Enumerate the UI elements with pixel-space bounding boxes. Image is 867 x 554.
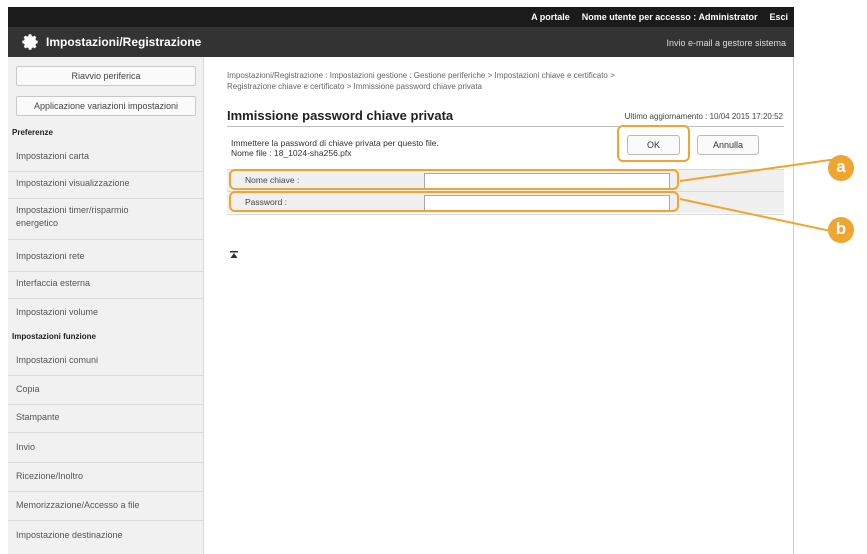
app-title: Impostazioni/Registrazione	[46, 35, 202, 49]
gear-icon	[22, 34, 38, 50]
ok-button-highlight	[617, 125, 690, 162]
sidebar-divider	[8, 462, 203, 463]
sidebar-item-receive-forward[interactable]: Ricezione/Inoltro	[16, 470, 198, 483]
apply-changes-button[interactable]: Applicazione variazioni impostazioni	[16, 96, 196, 116]
sidebar-item-external-interface[interactable]: Interfaccia esterna	[16, 277, 198, 290]
sidebar-item-printer[interactable]: Stampante	[16, 411, 198, 424]
cancel-button[interactable]: Annulla	[697, 135, 759, 155]
sidebar: Riavvio periferica Applicazione variazio…	[8, 57, 204, 554]
sidebar-item-timer-energy[interactable]: Impostazioni timer/risparmio energetico	[16, 204, 166, 230]
form-bottom-divider	[227, 214, 784, 215]
sidebar-item-common-settings[interactable]: Impostazioni comuni	[16, 354, 198, 367]
instruction-line: Immettere la password di chiave privata …	[231, 138, 439, 148]
sidebar-divider	[8, 375, 203, 376]
login-user-label: Nome utente per accesso : Administrator	[582, 12, 758, 22]
sidebar-item-volume-settings[interactable]: Impostazioni volume	[16, 306, 198, 319]
sidebar-item-network-settings[interactable]: Impostazioni rete	[16, 250, 198, 263]
title-divider	[227, 126, 784, 127]
main-content: Impostazioni/Registrazione : Impostazion…	[205, 57, 794, 554]
breadcrumb-line-1: Impostazioni/Registrazione : Impostazion…	[227, 71, 615, 80]
callout-badge-a: a	[828, 155, 854, 181]
sidebar-divider	[8, 198, 203, 199]
sidebar-item-store-access-files[interactable]: Memorizzazione/Accesso a file	[16, 499, 198, 512]
sidebar-item-copy[interactable]: Copia	[16, 383, 198, 396]
key-name-highlight	[229, 169, 679, 190]
sidebar-item-send[interactable]: Invio	[16, 441, 198, 454]
login-user-value: Administrator	[698, 12, 758, 22]
email-admin-link[interactable]: Invio e-mail a gestore sistema	[666, 38, 786, 48]
sidebar-item-display-settings[interactable]: Impostazioni visualizzazione	[16, 177, 198, 190]
breadcrumb-line-2: Registrazione chiave e certificato > Imm…	[227, 82, 483, 91]
sidebar-divider	[8, 491, 203, 492]
breadcrumb: Impostazioni/Registrazione : Impostazion…	[227, 70, 767, 92]
password-highlight	[229, 191, 679, 212]
instruction-text: Immettere la password di chiave privata …	[231, 138, 439, 158]
logout-link[interactable]: Esci	[769, 12, 788, 22]
file-name-line: Nome file : 18_1024-sha256.pfx	[231, 148, 352, 158]
restart-device-button[interactable]: Riavvio periferica	[16, 66, 196, 86]
login-user-label-text: Nome utente per accesso :	[581, 12, 697, 22]
sidebar-divider	[8, 404, 203, 405]
sidebar-item-paper-settings[interactable]: Impostazioni carta	[16, 150, 198, 163]
sidebar-divider	[8, 239, 203, 240]
sidebar-divider	[8, 432, 203, 433]
back-to-top-glyph	[230, 251, 238, 258]
top-bar: A portale Nome utente per accesso : Admi…	[8, 7, 794, 27]
back-to-top-icon[interactable]	[229, 250, 239, 260]
callout-badge-b: b	[828, 217, 854, 243]
portal-link[interactable]: A portale	[531, 12, 570, 22]
sidebar-section-function-settings: Impostazioni funzione	[12, 332, 96, 341]
settings-header: Impostazioni/Registrazione Invio e-mail …	[8, 27, 794, 57]
sidebar-divider	[8, 298, 203, 299]
top-links: A portale Nome utente per accesso : Admi…	[531, 12, 788, 22]
sidebar-divider	[8, 271, 203, 272]
sidebar-section-preferences: Preferenze	[12, 128, 53, 137]
page-title: Immissione password chiave privata	[227, 108, 454, 123]
sidebar-divider	[8, 520, 203, 521]
last-update: Ultimo aggiornamento : 10/04 2015 17:20:…	[624, 112, 783, 121]
sidebar-divider	[8, 171, 203, 172]
sidebar-item-destination-settings[interactable]: Impostazione destinazione	[16, 529, 198, 542]
